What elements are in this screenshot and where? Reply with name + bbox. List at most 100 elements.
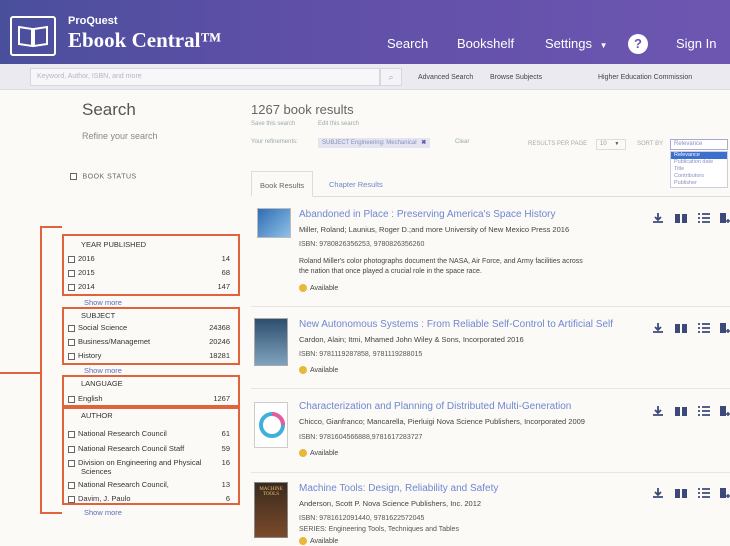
facet-row-label: Davim, J. Paulo [78,494,131,503]
book-cover-image[interactable] [254,318,288,366]
facet-language-heading: LANGUAGE [81,379,123,388]
edit-search-link[interactable]: Edit this search [318,121,359,127]
facet-row[interactable]: History [68,351,101,360]
clear-refinements-link[interactable]: Clear [455,139,469,145]
checkbox[interactable] [68,495,75,503]
read-online-icon[interactable] [674,404,688,416]
checkbox[interactable] [68,269,75,277]
availability-status: Available [299,284,338,292]
checkbox[interactable] [68,459,75,467]
checkbox[interactable] [68,481,75,489]
book-title-link[interactable]: Characterization and Planning of Distrib… [299,401,571,412]
book-title-link[interactable]: Machine Tools: Design, Reliability and S… [299,483,498,494]
tab-book-results[interactable]: Book Results [251,171,314,197]
facet-row[interactable]: Social Science [68,323,127,332]
add-to-bookshelf-icon[interactable] [718,211,730,223]
browse-subjects-link[interactable]: Browse Subjects [490,74,542,81]
refinements-label: Your refinements: [251,139,298,145]
caret-down-icon: ▼ [599,41,608,50]
book-cover-image[interactable]: MACHINE TOOLS [254,482,288,538]
facet-row[interactable]: Business/Managemet [68,337,150,346]
facet-row[interactable]: Davim, J. Paulo [68,494,131,503]
available-icon [299,284,307,292]
checkbox[interactable] [68,430,75,438]
checkbox[interactable] [68,338,75,346]
download-icon[interactable] [651,321,665,333]
sort-by-select[interactable]: Relevance [670,139,728,150]
close-icon[interactable]: ✖ [421,140,426,146]
save-search-link[interactable]: Save this search [251,121,295,127]
book-status-filter[interactable]: BOOK STATUS [70,173,137,180]
book-cover-image[interactable] [254,402,288,448]
refinement-tag[interactable]: SUBJECT Engineering: Mechanical ✖ [318,138,431,148]
divider [251,388,730,389]
availability-label: Available [310,537,339,545]
details-list-icon[interactable] [697,211,711,223]
details-list-icon[interactable] [697,404,711,416]
read-online-icon[interactable] [674,211,688,223]
facet-row[interactable]: Division on Engineering and Physical [68,458,201,467]
brand-title[interactable]: Ebook Central™ [68,28,221,53]
download-icon[interactable] [651,211,665,223]
checkbox[interactable] [68,352,75,360]
refinement-tag-label: SUBJECT Engineering: Mechanical [322,140,417,146]
facet-row[interactable]: National Research Council, [68,480,169,489]
facet-row[interactable]: National Research Council Staff [68,444,184,453]
search-strip: Keyword, Author, ISBN, and more ⌕ Advanc… [0,64,730,90]
facet-row[interactable]: 2015 [68,268,95,277]
divider [251,472,730,473]
add-to-bookshelf-icon[interactable] [718,321,730,333]
availability-status: Available [299,449,338,457]
search-go-button[interactable]: ⌕ [380,68,402,86]
checkbox[interactable] [68,395,75,403]
availability-label: Available [310,449,339,457]
annotation-line [0,372,40,374]
book-title-link[interactable]: New Autonomous Systems : From Reliable S… [299,319,613,330]
facet-row[interactable]: 2016 [68,254,95,263]
facet-count: 20246 [209,337,230,346]
checkbox[interactable] [68,255,75,263]
checkbox[interactable] [68,324,75,332]
facet-row[interactable]: 2014 [68,282,95,291]
advanced-search-link[interactable]: Advanced Search [418,74,473,81]
available-icon [299,449,307,457]
book-logo-icon[interactable] [10,16,56,56]
search-input[interactable]: Keyword, Author, ISBN, and more [30,68,380,86]
download-icon[interactable] [651,486,665,498]
details-list-icon[interactable] [697,321,711,333]
details-list-icon[interactable] [697,486,711,498]
top-header: ProQuest Ebook Central™ Search Bookshelf… [0,0,730,64]
facet-row[interactable]: National Research Council [68,429,167,438]
nav-settings[interactable]: Settings ▼ [545,36,608,51]
sort-option[interactable]: Publication date [671,159,727,166]
per-page-select[interactable]: 10 ▼ [596,139,626,150]
checkbox[interactable] [70,173,77,180]
nav-signin[interactable]: Sign In [676,36,716,51]
checkbox[interactable] [68,283,75,291]
book-title-link[interactable]: Abandoned in Place : Preserving America'… [299,209,555,220]
download-icon[interactable] [651,404,665,416]
brand-small: ProQuest [68,15,118,27]
add-to-bookshelf-icon[interactable] [718,404,730,416]
facet-row-label: 2014 [78,282,95,291]
facet-row-label: English [78,394,103,403]
checkbox[interactable] [68,445,75,453]
availability-label: Available [310,366,339,374]
facet-row-label: National Research Council [78,429,167,438]
show-more-link[interactable]: Show more [84,298,122,307]
nav-search[interactable]: Search [387,36,428,51]
tab-chapter-results[interactable]: Chapter Results [321,171,391,197]
read-online-icon[interactable] [674,486,688,498]
add-to-bookshelf-icon[interactable] [718,486,730,498]
read-online-icon[interactable] [674,321,688,333]
sort-option[interactable]: Relevance [671,152,727,159]
facet-count: 6 [225,494,230,503]
help-icon[interactable]: ? [628,34,648,54]
nav-bookshelf[interactable]: Bookshelf [457,36,514,51]
show-more-link[interactable]: Show more [84,366,122,375]
show-more-link[interactable]: Show more [84,508,122,517]
nav-settings-label: Settings [545,36,592,51]
cover-title-text: MACHINE TOOLS [259,487,283,497]
book-cover-image[interactable] [257,208,291,238]
facet-row[interactable]: English [68,394,103,403]
